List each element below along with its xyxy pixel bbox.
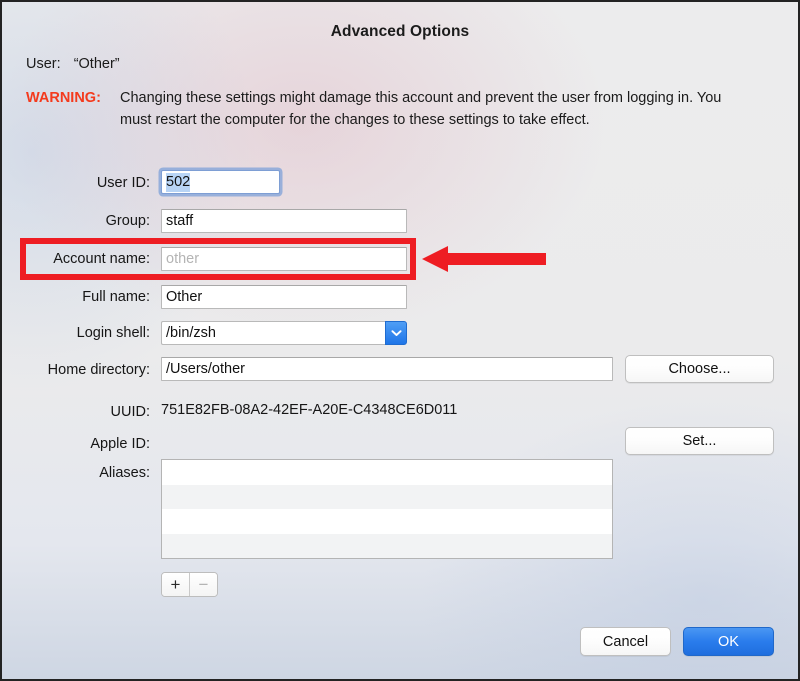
- group-label: Group:: [0, 213, 150, 229]
- full-name-label-wrap: Full name:: [0, 285, 150, 309]
- full-name-label: Full name:: [0, 289, 150, 305]
- account-name-label: Account name:: [0, 251, 150, 267]
- user-id-value: 502: [166, 173, 190, 192]
- user-row: User: “Other”: [26, 56, 120, 72]
- home-directory-label-wrap: Home directory:: [0, 358, 150, 382]
- login-shell-value[interactable]: /bin/zsh: [161, 321, 385, 345]
- advanced-options-sheet: Advanced Options User: “Other” WARNING: …: [2, 2, 798, 679]
- chevron-down-icon[interactable]: [385, 321, 407, 345]
- add-alias-button[interactable]: +: [162, 573, 189, 596]
- full-name-input[interactable]: Other: [161, 285, 407, 309]
- ok-button[interactable]: OK: [683, 627, 774, 656]
- list-item[interactable]: [162, 509, 612, 534]
- uuid-label-wrap: UUID:: [0, 400, 150, 424]
- warning-text: Changing these settings might damage thi…: [120, 88, 754, 131]
- home-directory-label: Home directory:: [0, 362, 150, 378]
- remove-alias-button[interactable]: −: [189, 573, 217, 596]
- choose-button[interactable]: Choose...: [625, 355, 774, 383]
- dialog-title: Advanced Options: [2, 23, 798, 41]
- apple-id-label-wrap: Apple ID:: [0, 432, 150, 456]
- group-label-wrap: Group:: [0, 209, 150, 233]
- user-id-input[interactable]: 502: [161, 170, 280, 194]
- warning-block: WARNING: Changing these settings might d…: [26, 88, 754, 131]
- home-directory-input[interactable]: /Users/other: [161, 357, 613, 381]
- user-id-label-wrap: User ID:: [0, 171, 150, 195]
- user-label: User:: [26, 56, 61, 72]
- list-item[interactable]: [162, 460, 612, 485]
- advanced-options-dialog-screenshot: Advanced Options User: “Other” WARNING: …: [0, 0, 800, 681]
- cancel-button[interactable]: Cancel: [580, 627, 671, 656]
- group-input[interactable]: staff: [161, 209, 407, 233]
- login-shell-label-wrap: Login shell:: [0, 321, 150, 345]
- account-name-label-wrap: Account name:: [0, 247, 150, 271]
- aliases-label-wrap: Aliases:: [0, 461, 150, 485]
- user-value: “Other”: [74, 56, 120, 72]
- list-item[interactable]: [162, 485, 612, 510]
- list-item[interactable]: [162, 534, 612, 559]
- aliases-add-remove-control[interactable]: + −: [161, 572, 218, 597]
- login-shell-combobox[interactable]: /bin/zsh: [161, 321, 407, 345]
- warning-label: WARNING:: [26, 88, 101, 110]
- uuid-label: UUID:: [0, 404, 150, 420]
- apple-id-label: Apple ID:: [0, 436, 150, 452]
- account-name-input[interactable]: other: [161, 247, 407, 271]
- uuid-value: 751E82FB-08A2-42EF-A20E-C4348CE6D011: [161, 398, 457, 422]
- set-button[interactable]: Set...: [625, 427, 774, 455]
- login-shell-label: Login shell:: [0, 325, 150, 341]
- aliases-label: Aliases:: [0, 465, 150, 481]
- aliases-list[interactable]: [161, 459, 613, 559]
- user-id-label: User ID:: [0, 175, 150, 191]
